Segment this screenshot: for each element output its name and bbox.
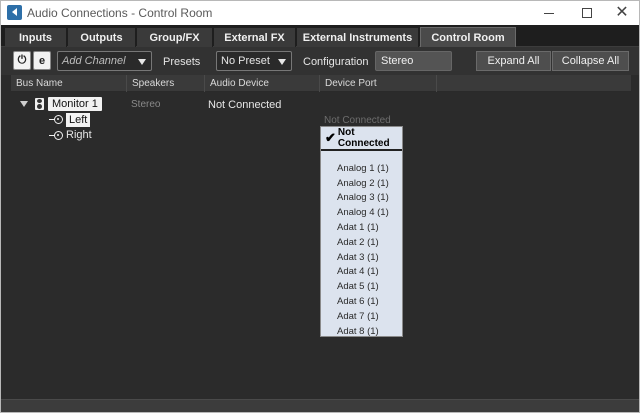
- menu-item-label: Not Connected: [337, 127, 390, 149]
- configuration-field[interactable]: Stereo: [375, 51, 452, 71]
- title-bar: Audio Connections - Control Room ✕: [1, 1, 639, 25]
- menu-item-adat-4[interactable]: Adat 4 (1): [321, 265, 402, 280]
- chevron-down-icon: [138, 59, 146, 65]
- audio-device-value[interactable]: Not Connected: [208, 99, 281, 111]
- device-port-value[interactable]: Not Connected: [324, 115, 391, 126]
- tab-control-room[interactable]: Control Room: [420, 27, 516, 47]
- speaker-icon: [35, 98, 44, 110]
- edit-icon: e: [38, 54, 46, 67]
- output-channel-icon: [49, 131, 63, 140]
- minimize-icon: [544, 12, 554, 14]
- checkmark-icon: ✔: [325, 130, 336, 145]
- channel-left[interactable]: Left: [66, 113, 91, 127]
- chevron-down-icon: [278, 59, 286, 65]
- configuration-label: Configuration: [303, 56, 369, 68]
- bottom-scroll-strip: [1, 399, 639, 412]
- tab-inputs[interactable]: Inputs: [5, 28, 67, 47]
- speakers-value: Stereo: [131, 99, 161, 110]
- menu-item-analog-4[interactable]: Analog 4 (1): [321, 205, 402, 220]
- column-speakers[interactable]: Speakers: [127, 75, 205, 92]
- maximize-icon: [582, 8, 592, 18]
- column-audio-device[interactable]: Audio Device: [205, 75, 320, 92]
- tab-group-fx[interactable]: Group/FX: [137, 28, 213, 47]
- device-port-dropdown-menu: ✔ Not Connected Analog 1 (1) Analog 2 (1…: [320, 126, 403, 337]
- minimize-button[interactable]: [531, 1, 567, 25]
- add-channel-label: Add Channel: [62, 55, 126, 67]
- maximize-button[interactable]: [569, 1, 605, 25]
- menu-item-analog-2[interactable]: Analog 2 (1): [321, 176, 402, 191]
- toolbar: ⏻ e Add Channel Presets No Preset Config…: [1, 47, 639, 75]
- collapse-all-button[interactable]: Collapse All: [552, 51, 629, 71]
- close-button[interactable]: ✕: [604, 1, 640, 25]
- tab-external-instruments[interactable]: External Instruments: [297, 28, 419, 47]
- presets-label: Presets: [163, 56, 201, 68]
- column-device-port[interactable]: Device Port: [320, 75, 437, 92]
- collapse-triangle-icon[interactable]: [20, 101, 28, 107]
- window-title: Audio Connections - Control Room: [27, 6, 213, 20]
- app-logo-icon: [7, 5, 22, 20]
- bus-name-monitor[interactable]: Monitor 1: [48, 97, 102, 111]
- column-header: Bus Name Speakers Audio Device Device Po…: [11, 75, 631, 92]
- menu-item-adat-6[interactable]: Adat 6 (1): [321, 294, 402, 309]
- menu-item-adat-3[interactable]: Adat 3 (1): [321, 250, 402, 265]
- menu-item-adat-7[interactable]: Adat 7 (1): [321, 309, 402, 324]
- edit-button[interactable]: e: [33, 51, 51, 70]
- close-icon: ✕: [615, 4, 629, 21]
- menu-item-adat-5[interactable]: Adat 5 (1): [321, 279, 402, 294]
- power-icon: ⏻: [17, 54, 27, 66]
- add-channel-dropdown[interactable]: Add Channel: [57, 51, 152, 71]
- menu-item-analog-3[interactable]: Analog 3 (1): [321, 191, 402, 206]
- output-channel-icon: [49, 115, 63, 124]
- channel-right[interactable]: Right: [66, 129, 92, 141]
- menu-item-adat-8[interactable]: Adat 8 (1): [321, 324, 402, 339]
- tab-outputs[interactable]: Outputs: [68, 28, 136, 47]
- preset-value: No Preset: [221, 55, 270, 67]
- power-button[interactable]: ⏻: [13, 51, 31, 70]
- port-option-list: Analog 1 (1) Analog 2 (1) Analog 3 (1) A…: [321, 161, 402, 339]
- menu-item-not-connected[interactable]: ✔ Not Connected: [321, 127, 402, 151]
- expand-all-button[interactable]: Expand All: [476, 51, 551, 71]
- tab-external-fx[interactable]: External FX: [214, 28, 296, 47]
- column-bus-name[interactable]: Bus Name: [11, 75, 127, 92]
- tab-bar: Inputs Outputs Group/FX External FX Exte…: [1, 25, 639, 47]
- menu-item-adat-2[interactable]: Adat 2 (1): [321, 235, 402, 250]
- menu-item-analog-1[interactable]: Analog 1 (1): [321, 161, 402, 176]
- menu-item-adat-1[interactable]: Adat 1 (1): [321, 220, 402, 235]
- audio-connections-window: Audio Connections - Control Room ✕ Input…: [0, 0, 640, 413]
- preset-dropdown[interactable]: No Preset: [216, 51, 292, 71]
